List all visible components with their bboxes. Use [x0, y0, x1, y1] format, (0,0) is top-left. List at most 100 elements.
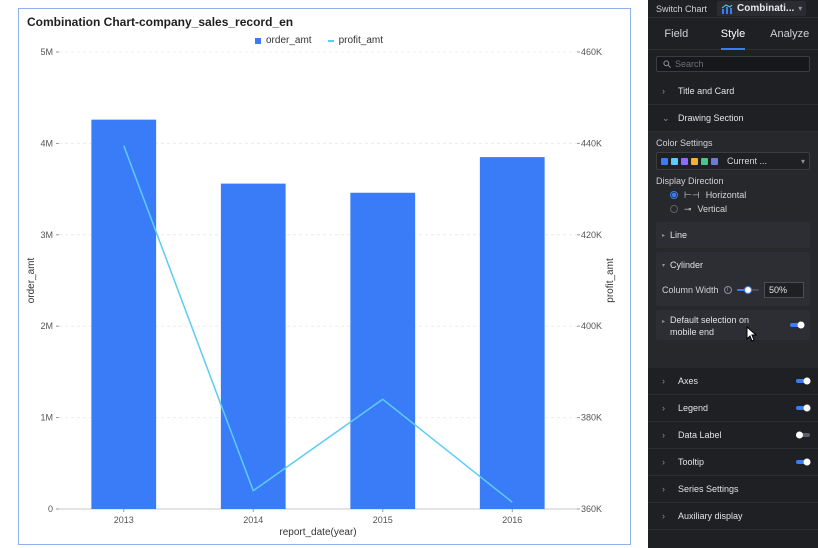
palette-swatch	[681, 157, 688, 165]
line-profit-amt	[123, 145, 513, 503]
section-label: Legend	[678, 403, 709, 413]
y2-axis-label: profit_amt	[605, 258, 616, 303]
tab-analyze[interactable]: Analyze	[761, 18, 818, 49]
radio-vertical[interactable]: ⊸ Vertical	[648, 202, 818, 216]
palette-swatch	[671, 157, 678, 165]
section-title-and-card[interactable]: › Title and Card	[648, 78, 818, 105]
y-tick-label: 3M	[40, 230, 53, 240]
color-palette-select[interactable]: Current ... ▾	[656, 152, 810, 170]
y-tick-label: 2M	[40, 321, 53, 331]
chart-type-select[interactable]: Combinati... ▾	[717, 1, 807, 16]
style-panel: Switch Chart Combinati... ▾ Field Style …	[648, 0, 818, 548]
section-tooltip[interactable]: › Tooltip	[648, 449, 818, 476]
column-width-row: Column Width i 50%	[656, 278, 810, 306]
palette-swatch	[711, 157, 718, 165]
chevron-right-icon: ›	[662, 484, 665, 494]
section-axes[interactable]: › Axes	[648, 368, 818, 395]
bar-order-amt	[350, 192, 416, 510]
radio-horizontal[interactable]: ⊢⊣ Horizontal	[648, 188, 818, 202]
chart-plot: 0 1M 2M 3M 4M 5M 360K 380K 400K 420K 440K 460K 2013 2…	[26, 47, 616, 538]
chart-type-label: Combinati...	[737, 3, 795, 14]
radio-button[interactable]	[670, 205, 678, 213]
y2-tick-label: 380K	[581, 413, 602, 423]
data-label-toggle[interactable]	[796, 431, 812, 439]
column-width-slider[interactable]	[736, 286, 759, 294]
panel-tabs: Field Style Analyze	[648, 18, 818, 50]
search-input[interactable]: Search	[656, 56, 810, 72]
legend-toggle[interactable]	[796, 404, 812, 412]
section-label: Axes	[678, 376, 699, 386]
caret-right-icon: ▸	[662, 319, 666, 325]
panel-topbar: Switch Chart Combinati... ▾	[648, 0, 818, 18]
chevron-down-icon: ▾	[798, 4, 803, 13]
caret-right-icon: ▸	[662, 232, 666, 239]
chevron-right-icon: ›	[662, 457, 665, 467]
bar-order-amt	[91, 119, 157, 510]
switch-chart-label: Switch Chart	[656, 3, 708, 14]
section-label: Tooltip	[678, 457, 705, 467]
y-tick-label: 5M	[40, 47, 53, 57]
chevron-right-icon: ›	[662, 403, 665, 413]
section-series-settings[interactable]: › Series Settings	[648, 476, 818, 503]
tab-style[interactable]: Style	[705, 18, 762, 50]
radio-label: Vertical	[697, 204, 728, 214]
section-legend[interactable]: › Legend	[648, 395, 818, 422]
mouse-cursor-icon	[746, 326, 758, 342]
y-tick-label: 4M	[40, 138, 53, 148]
display-direction-label: Display Direction	[656, 176, 724, 186]
section-auxiliary-display[interactable]: › Auxiliary display	[648, 503, 818, 530]
info-icon: i	[723, 286, 732, 294]
drawing-section-body: Color Settings Current ... ▾ Display Dir…	[648, 132, 818, 368]
x-tick-label: 2013	[114, 515, 134, 525]
subsection-label: Line	[670, 230, 688, 240]
palette-swatch	[661, 157, 668, 165]
column-width-input[interactable]: 50%	[764, 282, 804, 298]
section-data-label[interactable]: › Data Label	[648, 422, 818, 449]
combination-chart-icon	[721, 3, 733, 14]
radio-label: Horizontal	[705, 190, 747, 200]
bar-order-amt	[220, 183, 286, 509]
radio-button[interactable]	[670, 191, 678, 199]
chevron-right-icon: ›	[662, 430, 665, 440]
caret-down-icon: ▾	[662, 262, 666, 269]
y-tick-label: 0	[48, 504, 53, 514]
section-label: Title and Card	[678, 86, 735, 96]
axes-toggle[interactable]	[796, 377, 812, 385]
palette-swatch	[701, 157, 708, 165]
chevron-right-icon: ›	[662, 86, 665, 96]
subsection-line[interactable]: ▸ Line	[656, 222, 810, 248]
y2-tick-label: 360K	[581, 504, 602, 514]
search-icon	[663, 60, 671, 68]
chevron-right-icon: ›	[662, 511, 665, 521]
search-wrap: Search	[648, 50, 818, 78]
chevron-down-icon: ▾	[800, 156, 805, 166]
search-placeholder: Search	[675, 59, 704, 69]
y2-tick-label: 440K	[581, 138, 602, 148]
chart-canvas: Combination Chart-company_sales_record_e…	[0, 0, 648, 548]
subsection-cylinder[interactable]: ▾ Cylinder Column Width i 50%	[656, 252, 810, 306]
default-selection-toggle[interactable]	[790, 321, 806, 329]
y-axis-label: order_amt	[26, 257, 37, 303]
section-label: Drawing Section	[678, 113, 744, 123]
section-label: Auxiliary display	[678, 511, 743, 521]
subsection-head: ▸ Line	[656, 222, 810, 248]
bar-order-amt	[479, 157, 545, 510]
palette-swatch	[691, 157, 698, 165]
x-tick-label: 2014	[243, 515, 263, 525]
y2-tick-label: 420K	[581, 230, 602, 240]
section-drawing-section[interactable]: ⌄ Drawing Section	[648, 105, 818, 132]
chart-frame[interactable]: Combination Chart-company_sales_record_e…	[18, 8, 631, 545]
x-tick-label: 2016	[502, 515, 522, 525]
tab-field[interactable]: Field	[648, 18, 705, 49]
section-label: Series Settings	[678, 484, 739, 494]
subsection-head: ▾ Cylinder	[656, 252, 810, 278]
y2-tick-label: 460K	[581, 47, 602, 57]
subsection-default-selection[interactable]: ▸ Default selection on mobile end	[656, 310, 810, 340]
y-tick-label: 1M	[40, 413, 53, 423]
horizontal-bars-icon: ⊢⊣	[684, 189, 700, 200]
subsection-label: Cylinder	[670, 260, 704, 270]
section-label: Data Label	[678, 430, 722, 440]
tooltip-toggle[interactable]	[796, 458, 812, 466]
color-select-value: Current ...	[727, 156, 768, 166]
column-width-label: Column Width	[662, 285, 719, 295]
